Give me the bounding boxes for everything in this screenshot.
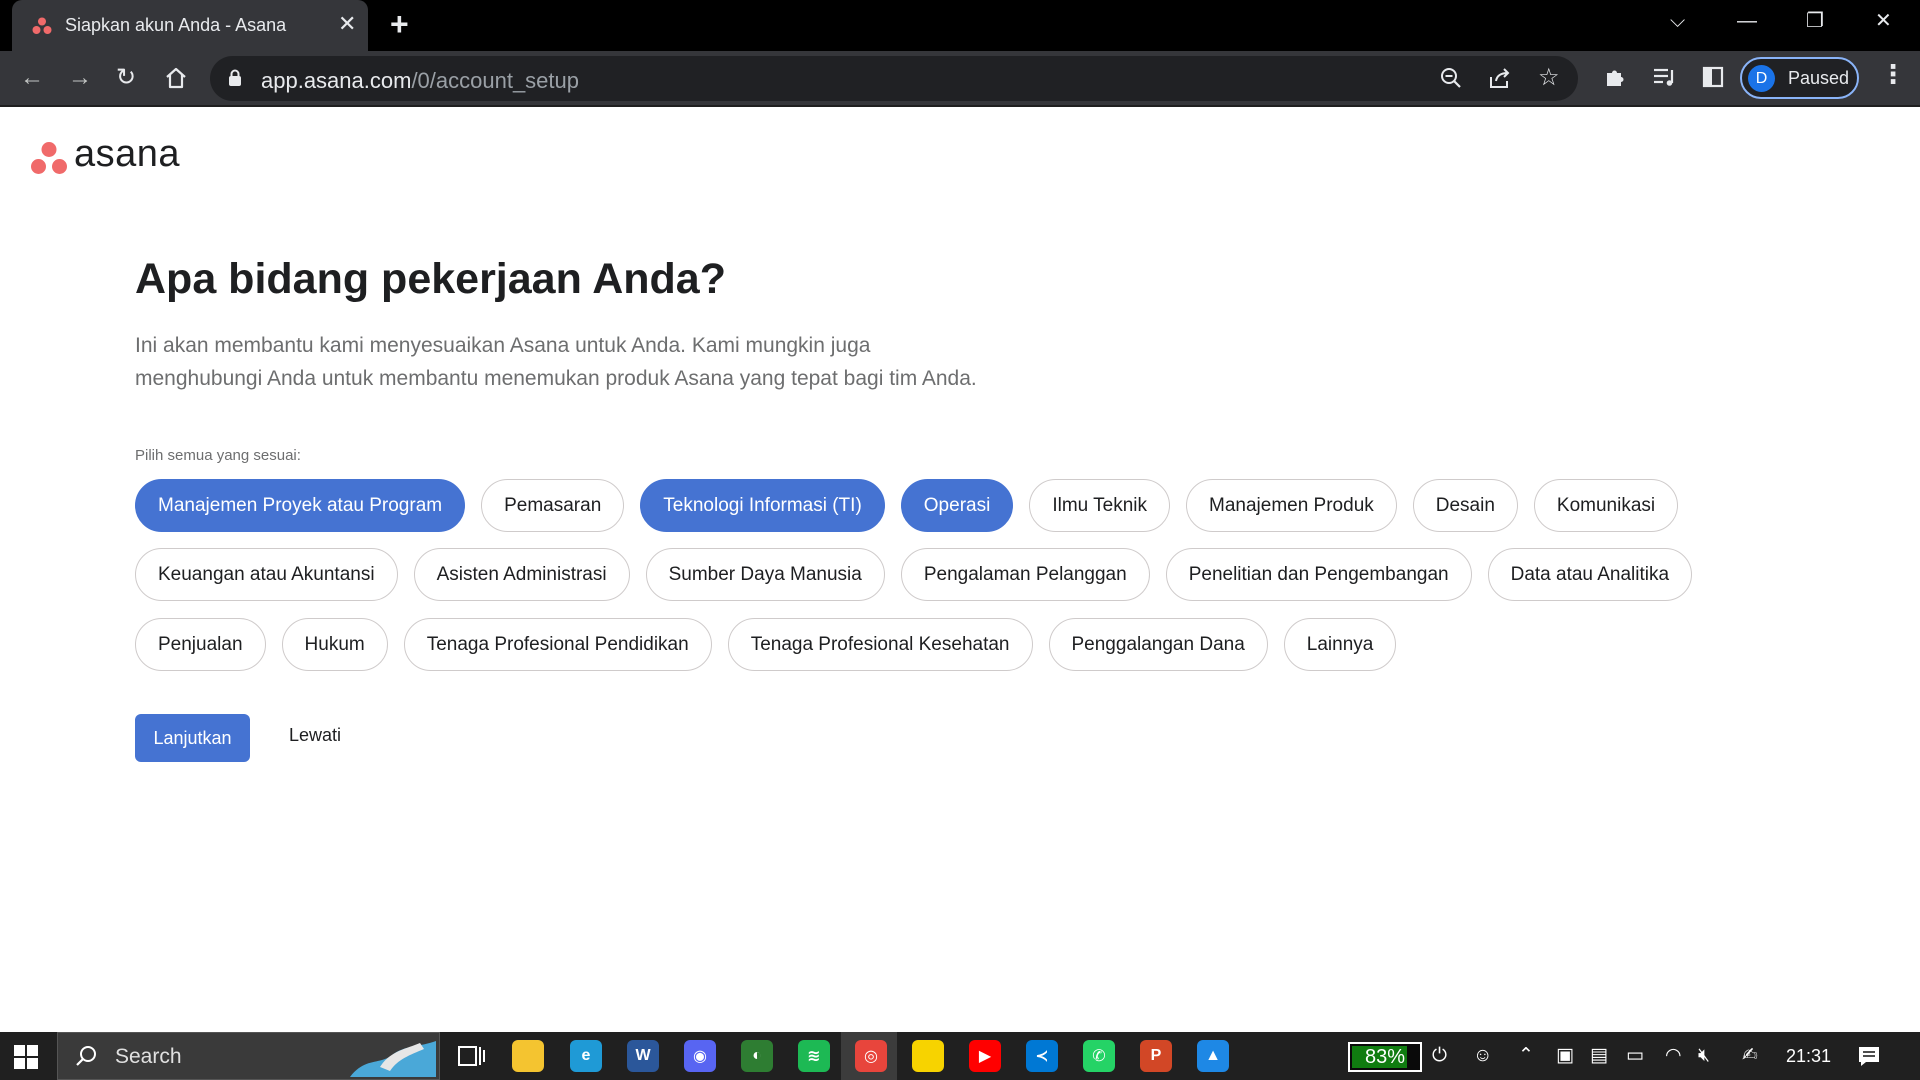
battery-tray-icon[interactable]: ▭ [1626,1045,1644,1067]
profile-status: Paused [1788,68,1850,88]
show-hidden-icons-chevron-icon[interactable]: ⌃ [1518,1045,1534,1067]
browser-tab-active[interactable]: Siapkan akun Anda - Asana ✕ [12,0,368,51]
search-highlight-art-icon [350,1041,436,1077]
role-chips-row-3: Penjualan Hukum Tenaga Profesional Pendi… [135,618,1397,671]
role-chip[interactable]: Asisten Administrasi [413,548,630,601]
role-chips-row-1: Manajemen Proyek atau Program Pemasaran … [135,479,1679,532]
role-chip[interactable]: Data atau Analitika [1487,548,1693,601]
volume-muted-icon[interactable]: 🔇︎ [1698,1045,1710,1067]
role-chips-row-2: Keuangan atau Akuntansi Asisten Administ… [135,548,1693,601]
display-icon[interactable]: ▤ [1590,1045,1608,1067]
role-chip[interactable]: Penggalangan Dana [1048,618,1268,671]
chrome-icon[interactable]: ◎ [855,1040,887,1072]
role-chip[interactable]: Komunikasi [1533,479,1679,532]
role-chip[interactable]: Lainnya [1283,618,1397,671]
pen-icon[interactable]: ✍ [1742,1045,1758,1067]
select-all-label: Pilih semua yang sesuai: [135,447,301,464]
word-icon[interactable]: W [627,1040,659,1072]
extensions-puzzle-icon[interactable] [1604,66,1626,88]
restore-icon[interactable]: ❐ [1806,10,1824,32]
lock-icon [229,69,241,86]
search-icon [76,1046,96,1066]
battery-percentage: 83% [1364,1046,1406,1068]
role-chip[interactable]: Ilmu Teknik [1029,479,1170,532]
page-content: asana Apa bidang pekerjaan Anda? Ini aka… [0,107,1920,1032]
tab-close-icon[interactable]: ✕ [338,13,356,35]
home-icon[interactable] [164,66,188,90]
role-chip[interactable]: Pengalaman Pelanggan [900,548,1150,601]
image-viewer-icon[interactable]: ▲ [1197,1040,1229,1072]
page-title: Apa bidang pekerjaan Anda? [135,255,726,303]
subtitle-line: menghubungi Anda untuk membantu menemuka… [135,367,977,390]
windows-taskbar: Search e W ◉ ◐ ≋ ◎ ▶ ≺ ✆ P ▲ 83% ⏻ ☺ ⌃ ▣… [0,1032,1920,1080]
taskbar-search-box[interactable]: Search [57,1032,440,1080]
role-chip[interactable]: Tenaga Profesional Kesehatan [727,618,1033,671]
role-chip[interactable]: Hukum [281,618,388,671]
role-chip[interactable]: Tenaga Profesional Pendidikan [403,618,712,671]
reload-icon[interactable]: ↻ [116,65,136,91]
tab-title: Siapkan akun Anda - Asana [65,15,287,35]
role-chip[interactable]: Keuangan atau Akuntansi [135,548,398,601]
spotify-icon[interactable]: ≋ [798,1040,830,1072]
battery-indicator[interactable]: 83% [1348,1042,1422,1072]
skip-button[interactable]: Lewati [289,725,341,746]
role-chip[interactable]: Sumber Daya Manusia [645,548,885,601]
address-bar[interactable]: app.asana.com/0/account_setup ☆ [210,56,1578,101]
discord-icon[interactable]: ◉ [684,1040,716,1072]
asana-logo-icon [31,142,67,174]
role-chip[interactable]: Operasi [900,479,1014,532]
file-explorer-icon[interactable] [512,1040,544,1072]
avatar: D [1748,65,1775,92]
notifications-icon[interactable] [1857,1045,1881,1069]
page-subtitle: Ini akan membantu kami menyesuaikan Asan… [135,329,1035,395]
role-chip[interactable]: Penjualan [135,618,266,671]
wifi-icon[interactable]: ◠ [1665,1045,1682,1067]
role-chip[interactable]: Desain [1412,479,1518,532]
task-view-icon[interactable] [455,1040,487,1072]
whatsapp-icon[interactable]: ✆ [1083,1040,1115,1072]
asana-favicon-icon [32,17,52,34]
browser-tab-bar: Siapkan akun Anda - Asana ✕ + ⌵ — ❐ ✕ [0,0,1920,51]
taskbar-clock[interactable]: 21:31 [1786,1046,1831,1067]
role-chip[interactable]: Manajemen Proyek atau Program [135,479,466,532]
meet-now-icon[interactable]: ▣ [1556,1045,1574,1067]
window-close-icon[interactable]: ✕ [1875,10,1892,32]
tab-search-dropdown-icon[interactable]: ⌵ [1670,10,1685,32]
minimize-icon[interactable]: — [1737,10,1757,32]
back-arrow-icon[interactable]: ← [20,65,44,91]
photos-icon[interactable]: ◐ [741,1040,773,1072]
bookmark-star-icon[interactable]: ☆ [1538,66,1560,90]
zoom-icon[interactable] [1440,67,1462,89]
windows-start-icon[interactable] [14,1045,38,1069]
role-chip[interactable]: Teknologi Informasi (TI) [640,479,885,532]
search-placeholder: Search [115,1045,182,1068]
new-tab-icon[interactable]: + [390,8,409,40]
edge-icon[interactable]: e [570,1040,602,1072]
continue-button[interactable]: Lanjutkan [135,714,250,762]
vscode-icon[interactable]: ≺ [1026,1040,1058,1072]
powerpoint-icon[interactable]: P [1140,1040,1172,1072]
role-chip[interactable]: Penelitian dan Pengembangan [1165,548,1472,601]
more-menu-icon[interactable]: ⋮ [1880,61,1906,87]
role-chip[interactable]: Pemasaran [481,479,625,532]
forward-arrow-icon[interactable]: → [68,65,92,91]
youtube-icon[interactable]: ▶ [969,1040,1001,1072]
browser-toolbar: ← → ↻ app.asana.com/0/account_setup ☆ D … [0,51,1920,107]
share-icon[interactable] [1488,67,1512,89]
charging-plug-icon[interactable]: ⏻ [1432,1045,1447,1067]
subtitle-line: Ini akan membantu kami menyesuaikan Asan… [135,334,871,357]
media-queue-icon[interactable] [1652,66,1676,88]
profile-button[interactable]: D Paused [1740,57,1859,99]
url-text: app.asana.com/0/account_setup [261,68,580,93]
role-chip[interactable]: Manajemen Produk [1186,479,1397,532]
sticky-notes-icon[interactable] [912,1040,944,1072]
logo-text: asana [74,133,181,175]
side-panel-icon[interactable] [1702,66,1724,88]
people-icon[interactable]: ☺ [1473,1045,1492,1067]
